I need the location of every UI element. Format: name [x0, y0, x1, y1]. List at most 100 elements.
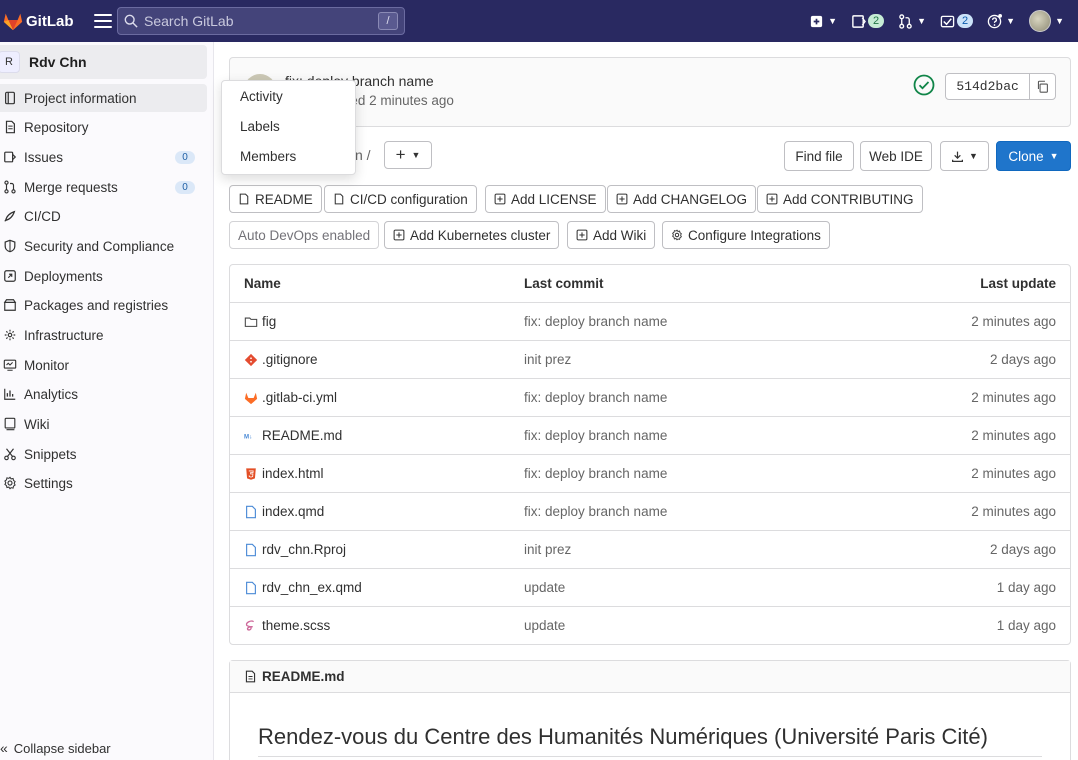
collapse-sidebar-button[interactable]: « Collapse sidebar	[0, 740, 111, 756]
web-ide-label: Web IDE	[869, 148, 923, 164]
file-name-link[interactable]: .gitignore	[244, 352, 318, 367]
readme-button[interactable]: README	[229, 185, 322, 213]
file-name-link[interactable]: index.qmd	[244, 504, 324, 519]
plus-square-icon	[494, 193, 506, 205]
sidebar-item-monitor[interactable]: Monitor	[0, 351, 207, 379]
sidebar-item-packages[interactable]: Packages and registries	[0, 291, 207, 319]
sidebar-item-security[interactable]: Security and Compliance	[0, 232, 207, 260]
configure-integrations-button[interactable]: Configure Integrations	[662, 221, 830, 249]
sidebar-item-cicd[interactable]: CI/CD	[0, 202, 207, 230]
cicd-configuration-button[interactable]: CI/CD configuration	[324, 185, 477, 213]
file-name: index.html	[262, 466, 324, 481]
sidebar-item-project-information[interactable]: Project information	[0, 84, 207, 112]
last-commit-link[interactable]: fix: deploy branch name	[524, 466, 667, 481]
last-commit-link[interactable]: fix: deploy branch name	[524, 504, 667, 519]
sidebar-item-snippets[interactable]: Snippets	[0, 440, 207, 468]
sidebar-item-label: Snippets	[24, 446, 77, 462]
search-input[interactable]	[144, 13, 374, 29]
sidebar-item-wiki[interactable]: Wiki	[0, 410, 207, 438]
table-row[interactable]: index.qmd fix: deploy branch name 2 minu…	[230, 493, 1070, 531]
sidebar-item-repository[interactable]: Repository	[0, 113, 207, 141]
merge-requests-button[interactable]: ▼	[898, 13, 926, 29]
rocket-icon	[4, 210, 16, 222]
issues-count-badge: 0	[175, 151, 195, 164]
file-tree-table: Name Last commit Last update fig fix: de…	[229, 264, 1071, 645]
file-name-link[interactable]: fig	[244, 314, 276, 329]
sidebar-item-label: Packages and registries	[24, 297, 169, 313]
file-name-link[interactable]: .gitlab-ci.yml	[244, 390, 337, 405]
file-icon	[245, 670, 256, 683]
file-name-link[interactable]: M↓ README.md	[244, 428, 342, 443]
pipeline-passed-icon[interactable]	[913, 74, 935, 96]
add-kubernetes-cluster-button[interactable]: Add Kubernetes cluster	[384, 221, 560, 249]
search-box[interactable]: /	[117, 7, 405, 35]
table-row[interactable]: fig fix: deploy branch name 2 minutes ag…	[230, 303, 1070, 341]
sidebar-item-deployments[interactable]: Deployments	[0, 262, 207, 290]
readme-filename[interactable]: README.md	[262, 669, 345, 684]
commit-sha[interactable]: 514d2bac	[946, 74, 1031, 99]
find-file-button[interactable]: Find file	[784, 141, 854, 171]
clone-button[interactable]: Clone ▼	[996, 141, 1071, 171]
file-name: README.md	[262, 428, 343, 443]
gitlab-logo[interactable]: GitLab	[0, 0, 74, 42]
table-row[interactable]: M↓ README.md fix: deploy branch name 2 m…	[230, 417, 1070, 455]
table-row[interactable]: .gitignore init prez 2 days ago	[230, 341, 1070, 379]
column-header-name: Name	[244, 276, 281, 291]
user-menu-button[interactable]: ▼	[1029, 10, 1064, 32]
new-menu-button[interactable]: ▼	[809, 14, 837, 29]
file-icon	[334, 193, 344, 205]
sidebar-item-settings[interactable]: Settings	[0, 469, 207, 497]
markdown-icon: M↓	[244, 433, 252, 440]
main-menu-button[interactable]	[93, 14, 112, 28]
last-commit-link[interactable]: init prez	[524, 542, 571, 557]
file-name-link[interactable]: rdv_chn_ex.qmd	[244, 580, 362, 595]
issues-count-badge: 2	[867, 14, 885, 28]
add-license-button[interactable]: Add LICENSE	[485, 185, 606, 213]
sidebar-item-infrastructure[interactable]: Infrastructure	[0, 321, 207, 349]
flyout-item-members[interactable]: Members	[222, 144, 355, 174]
last-commit-link[interactable]: update	[524, 618, 565, 633]
sidebar-item-issues[interactable]: Issues 0	[0, 143, 207, 171]
table-row[interactable]: .gitlab-ci.yml fix: deploy branch name 2…	[230, 379, 1070, 417]
file-tree-header: Name Last commit Last update	[230, 265, 1070, 303]
last-commit-link[interactable]: update	[524, 580, 565, 595]
table-row[interactable]: rdv_chn.Rproj init prez 2 days ago	[230, 531, 1070, 569]
add-contributing-button[interactable]: Add CONTRIBUTING	[757, 185, 923, 213]
flyout-item-activity[interactable]: Activity	[222, 84, 355, 114]
add-changelog-button[interactable]: Add CHANGELOG	[607, 185, 757, 213]
column-header-last-commit: Last commit	[524, 276, 604, 291]
chevron-down-icon: ▼	[1006, 16, 1016, 26]
package-icon	[3, 299, 17, 311]
collapse-sidebar-label: Collapse sidebar	[13, 740, 111, 756]
project-header[interactable]: R Rdv Chn	[0, 45, 207, 79]
auto-devops-enabled-button[interactable]: Auto DevOps enabled	[229, 221, 380, 249]
table-row[interactable]: theme.scss update 1 day ago	[230, 607, 1070, 645]
help-button[interactable]: ▼	[987, 13, 1016, 29]
download-button[interactable]: ▼	[940, 141, 989, 171]
sidebar-item-analytics[interactable]: Analytics	[0, 380, 207, 408]
add-to-tree-button[interactable]: + ▼	[384, 141, 432, 169]
sidebar-item-label: Security and Compliance	[24, 238, 175, 254]
last-commit-link[interactable]: fix: deploy branch name	[524, 314, 667, 329]
file-name-link[interactable]: rdv_chn.Rproj	[244, 542, 346, 557]
flyout-item-labels[interactable]: Labels	[222, 114, 355, 144]
configure-integrations-label: Configure Integrations	[688, 227, 821, 243]
project-name: Rdv Chn	[29, 54, 87, 70]
last-commit-link[interactable]: init prez	[524, 352, 571, 367]
last-commit-link[interactable]: fix: deploy branch name	[524, 428, 667, 443]
scissors-icon	[4, 448, 16, 461]
copy-sha-button[interactable]	[1030, 80, 1055, 93]
file-name-link[interactable]: theme.scss	[244, 618, 330, 633]
table-row[interactable]: index.html fix: deploy branch name 2 min…	[230, 455, 1070, 493]
todos-button[interactable]: 2	[940, 14, 974, 29]
table-row[interactable]: rdv_chn_ex.qmd update 1 day ago	[230, 569, 1070, 607]
add-kubernetes-label: Add Kubernetes cluster	[410, 227, 551, 243]
web-ide-button[interactable]: Web IDE	[860, 141, 932, 171]
file-name-link[interactable]: index.html	[244, 466, 324, 481]
add-wiki-button[interactable]: Add Wiki	[567, 221, 656, 249]
issues-icon	[852, 14, 866, 28]
cicd-configuration-label: CI/CD configuration	[350, 191, 468, 207]
sidebar-item-merge-requests[interactable]: Merge requests 0	[0, 173, 207, 201]
last-commit-link[interactable]: fix: deploy branch name	[524, 390, 667, 405]
issues-button[interactable]: 2	[851, 14, 885, 29]
